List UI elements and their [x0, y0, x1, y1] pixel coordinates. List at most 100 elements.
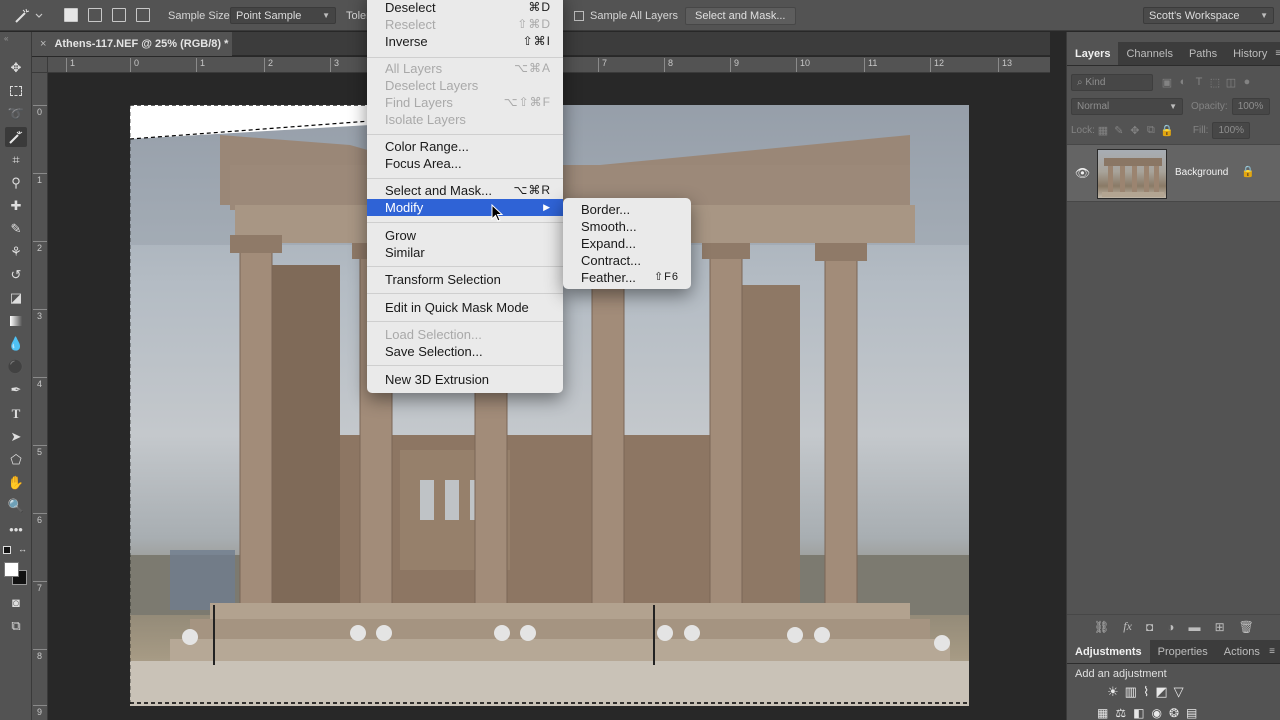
- menu-item-grow[interactable]: Grow: [367, 227, 563, 244]
- more-tools-icon[interactable]: •••: [5, 519, 27, 539]
- tab-channels[interactable]: Channels: [1118, 42, 1180, 65]
- tab-adjustments[interactable]: Adjustments: [1067, 640, 1150, 663]
- submenu-item-expand[interactable]: Expand...: [563, 235, 691, 252]
- ruler-left[interactable]: 0 1 2 3 4 5 6 7 8 9: [32, 73, 48, 720]
- history-brush-tool-icon[interactable]: ↺: [5, 265, 27, 285]
- channel-mixer-icon[interactable]: ❂: [1169, 706, 1179, 720]
- panel-menu-icon[interactable]: ≡: [1269, 640, 1280, 663]
- filter-type-icon[interactable]: T: [1191, 74, 1207, 90]
- add-to-selection-icon[interactable]: [88, 8, 102, 22]
- document-tab[interactable]: × Athens-117.NEF @ 25% (RGB/8) *: [32, 32, 232, 56]
- zoom-tool-icon[interactable]: 🔍: [5, 496, 27, 516]
- subtract-from-selection-icon[interactable]: [112, 8, 126, 22]
- dodge-tool-icon[interactable]: ⚫: [5, 357, 27, 377]
- menu-item-deselect[interactable]: Deselect ⌘D: [367, 0, 563, 16]
- filter-smart-object-icon[interactable]: ◫: [1223, 74, 1239, 90]
- magic-wand-tool-icon[interactable]: [5, 127, 27, 147]
- delete-layer-icon[interactable]: 🗑: [1239, 620, 1254, 634]
- levels-icon[interactable]: ▥: [1125, 684, 1137, 700]
- vibrance-icon[interactable]: ▽: [1174, 684, 1184, 700]
- menu-item-isolate-layers[interactable]: Isolate Layers: [367, 111, 563, 128]
- sample-all-layers-checkbox[interactable]: [574, 10, 584, 21]
- brightness-icon[interactable]: ☀: [1107, 684, 1119, 700]
- layer-style-icon[interactable]: fx: [1123, 619, 1132, 634]
- menu-item-focus-area[interactable]: Focus Area...: [367, 155, 563, 172]
- fill-field[interactable]: 100%: [1212, 121, 1251, 139]
- menu-item-reselect[interactable]: Reselect ⇧⌘D: [367, 16, 563, 33]
- panel-menu-icon[interactable]: ≡: [1275, 42, 1280, 65]
- add-mask-icon[interactable]: ◘: [1146, 620, 1153, 634]
- tab-actions[interactable]: Actions: [1216, 640, 1268, 663]
- path-selection-tool-icon[interactable]: ➤: [5, 427, 27, 447]
- menu-item-all-layers[interactable]: All Layers ⌥⌘A: [367, 60, 563, 77]
- blur-tool-icon[interactable]: 💧: [5, 334, 27, 354]
- menu-item-save-selection[interactable]: Save Selection...: [367, 343, 563, 360]
- magic-wand-preset-icon[interactable]: [14, 0, 44, 31]
- opacity-field[interactable]: 100%: [1231, 97, 1270, 115]
- tab-paths[interactable]: Paths: [1181, 42, 1225, 65]
- menu-item-load-selection[interactable]: Load Selection...: [367, 326, 563, 343]
- menu-item-deselect-layers[interactable]: Deselect Layers: [367, 77, 563, 94]
- new-layer-icon[interactable]: ⊞: [1215, 620, 1225, 634]
- quick-mask-icon[interactable]: ◙: [5, 592, 27, 612]
- filter-adjustment-icon[interactable]: ◐: [1175, 74, 1191, 90]
- submenu-item-border[interactable]: Border...: [563, 201, 691, 218]
- filter-toggle-icon[interactable]: ●: [1239, 74, 1255, 90]
- lasso-tool-icon[interactable]: ➰: [5, 104, 27, 124]
- collapse-toolbar-icon[interactable]: «: [4, 34, 8, 43]
- healing-brush-tool-icon[interactable]: ✚: [5, 196, 27, 216]
- gradient-tool-icon[interactable]: [5, 311, 27, 331]
- lock-image-icon[interactable]: ✎: [1111, 122, 1127, 138]
- layer-row-background[interactable]: 👁 Background 🔒: [1067, 144, 1280, 202]
- black-white-icon[interactable]: ◧: [1133, 706, 1144, 720]
- intersect-selection-icon[interactable]: [136, 8, 150, 22]
- submenu-item-feather[interactable]: Feather... ⇧F6: [563, 269, 691, 286]
- lock-position-icon[interactable]: ✥: [1127, 122, 1143, 138]
- move-tool-icon[interactable]: ✥: [5, 58, 27, 78]
- type-tool-icon[interactable]: T: [5, 404, 27, 424]
- new-adjustment-icon[interactable]: ◑: [1167, 620, 1174, 634]
- menu-item-select-and-mask[interactable]: Select and Mask... ⌥⌘R: [367, 182, 563, 199]
- shape-tool-icon[interactable]: ⬠: [5, 450, 27, 470]
- hand-tool-icon[interactable]: ✋: [5, 473, 27, 493]
- curves-icon[interactable]: ⌇: [1143, 684, 1149, 700]
- visibility-eye-icon[interactable]: 👁: [1075, 166, 1090, 180]
- menu-item-quick-mask[interactable]: Edit in Quick Mask Mode: [367, 299, 563, 316]
- menu-item-color-range[interactable]: Color Range...: [367, 138, 563, 155]
- default-colors-icon[interactable]: [3, 546, 11, 554]
- screen-mode-icon[interactable]: ⧉: [5, 616, 27, 636]
- eraser-tool-icon[interactable]: ◪: [5, 288, 27, 308]
- lock-transparent-icon[interactable]: ▦: [1095, 122, 1111, 138]
- workspace-select[interactable]: Scott's Workspace ▼: [1143, 7, 1274, 24]
- layer-filter-kind[interactable]: ⌕ Kind: [1071, 73, 1153, 91]
- blend-mode-select[interactable]: Normal ▼: [1071, 97, 1183, 115]
- filter-pixel-icon[interactable]: ▣: [1159, 74, 1175, 90]
- close-tab-icon[interactable]: ×: [40, 38, 46, 50]
- exposure-icon[interactable]: ◩: [1155, 684, 1167, 700]
- submenu-item-smooth[interactable]: Smooth...: [563, 218, 691, 235]
- swap-colors-icon[interactable]: ↔: [18, 544, 27, 554]
- brush-tool-icon[interactable]: ✎: [5, 219, 27, 239]
- pen-tool-icon[interactable]: ✒: [5, 380, 27, 400]
- menu-item-inverse[interactable]: Inverse ⇧⌘I: [367, 33, 563, 50]
- sample-size-select[interactable]: Point Sample ▼: [230, 7, 336, 24]
- hue-saturation-icon[interactable]: ▦: [1097, 706, 1108, 720]
- marquee-tool-icon[interactable]: [5, 81, 27, 101]
- photo-filter-icon[interactable]: ◉: [1151, 706, 1161, 720]
- clone-stamp-tool-icon[interactable]: ⚘: [5, 242, 27, 262]
- select-and-mask-button[interactable]: Select and Mask...: [685, 6, 796, 25]
- lock-all-icon[interactable]: 🔒: [1159, 122, 1175, 138]
- menu-item-new-3d-extrusion[interactable]: New 3D Extrusion: [367, 371, 563, 388]
- lock-artboard-icon[interactable]: ⧉: [1143, 122, 1159, 138]
- tab-properties[interactable]: Properties: [1150, 640, 1216, 663]
- new-group-icon[interactable]: ▬: [1189, 620, 1201, 634]
- foreground-color-swatch[interactable]: [4, 562, 19, 577]
- menu-item-find-layers[interactable]: Find Layers ⌥⇧⌘F: [367, 94, 563, 111]
- tab-history[interactable]: History: [1225, 42, 1275, 65]
- link-layers-icon[interactable]: ⛓: [1094, 620, 1109, 634]
- color-balance-icon[interactable]: ⚖: [1115, 706, 1126, 720]
- eyedropper-tool-icon[interactable]: ⚲: [5, 173, 27, 193]
- filter-shape-icon[interactable]: ⬚: [1207, 74, 1223, 90]
- crop-tool-icon[interactable]: ⌗: [5, 150, 27, 170]
- menu-item-modify[interactable]: Modify ▶: [367, 199, 563, 216]
